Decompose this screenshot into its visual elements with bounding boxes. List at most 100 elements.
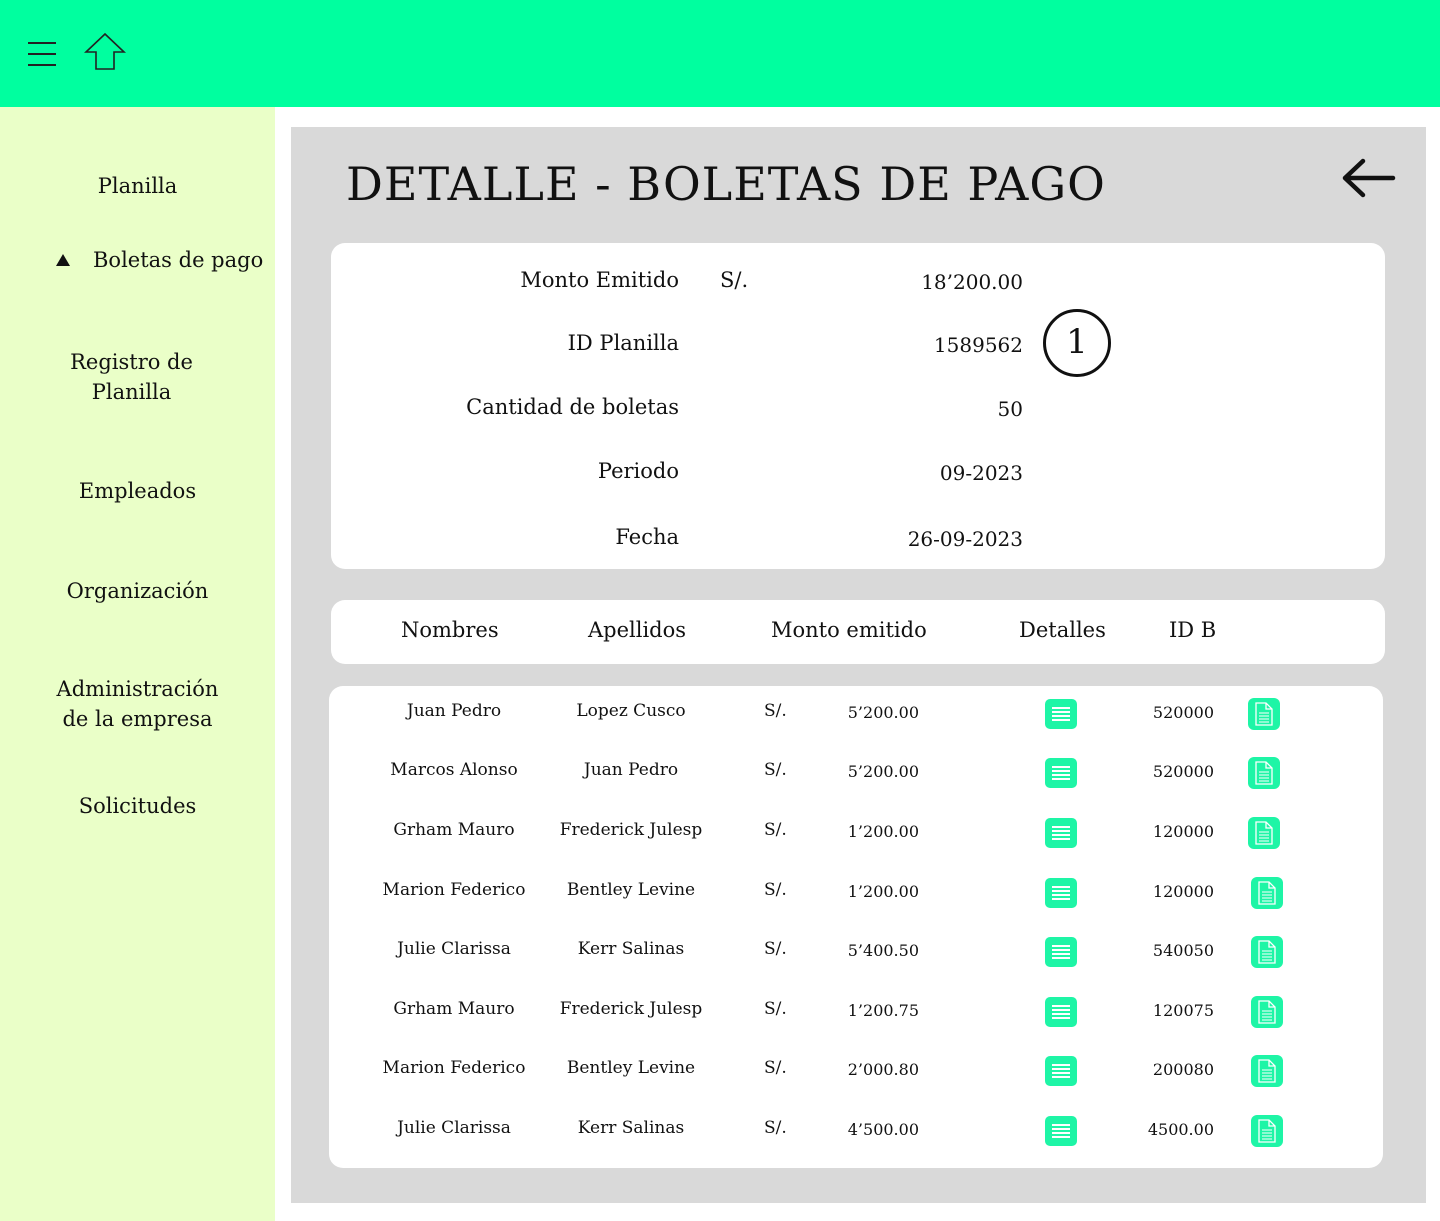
top-bar (0, 0, 1440, 107)
cell-nombres: Marion Federico (382, 880, 526, 900)
cell-id-b: 120000 (1152, 822, 1214, 841)
cell-apellidos: Frederick Julesp (559, 820, 703, 840)
sidebar-item-administracion[interactable]: Administración de la empresa (0, 674, 275, 734)
monto-emitido-currency: S/. (720, 268, 749, 292)
cell-id-b: 120000 (1152, 882, 1214, 901)
cell-apellidos: Juan Pedro (583, 760, 679, 780)
table-row[interactable]: Grham Mauro Frederick Julesp S/. 1’200.00 12… (329, 817, 1383, 860)
document-icon[interactable] (1248, 698, 1280, 730)
document-icon[interactable] (1251, 1115, 1283, 1147)
cell-apellidos: Bentley Levine (566, 880, 696, 900)
cell-monto: 5’200.00 (847, 762, 919, 781)
arrow-left-icon[interactable] (1339, 153, 1399, 203)
cell-currency: S/. (764, 999, 787, 1019)
document-icon[interactable] (1251, 1055, 1283, 1087)
column-header-apellidos[interactable]: Apellidos (588, 618, 686, 642)
periodo-label: Periodo (597, 459, 679, 483)
table-row[interactable]: Juan Pedro Lopez Cusco S/. 5’200.00 520000 (329, 698, 1383, 741)
monto-emitido-value: 18’200.00 (921, 270, 1023, 294)
id-planilla-label: ID Planilla (567, 331, 679, 355)
cell-apellidos: Frederick Julesp (559, 999, 703, 1019)
sidebar-item-label: Administración de la empresa (56, 677, 219, 731)
summary-card: Monto Emitido S/. 18’200.00 ID Planilla … (331, 243, 1385, 569)
cell-nombres: Marion Federico (382, 1058, 526, 1078)
cell-id-b: 540050 (1152, 941, 1214, 960)
sidebar: Planilla Boletas de pago Registro de Pla… (0, 107, 275, 1221)
periodo-value: 09-2023 (939, 461, 1023, 485)
cell-apellidos: Kerr Salinas (577, 1118, 685, 1138)
sidebar-item-label: Registro de Planilla (70, 350, 193, 404)
cell-monto: 2’000.80 (847, 1060, 919, 1079)
table-row[interactable]: Marion Federico Bentley Levine S/. 1’200.00… (329, 877, 1383, 920)
monto-emitido-label: Monto Emitido (520, 268, 679, 292)
page-title: DETALLE - BOLETAS DE PAGO (346, 157, 1106, 211)
sidebar-item-label: Planilla (97, 174, 178, 198)
cell-nombres: Grham Mauro (393, 999, 515, 1019)
cell-nombres: Julie Clarissa (397, 939, 511, 959)
column-header-id-b[interactable]: ID B (1169, 618, 1216, 642)
table-row[interactable]: Julie Clarissa Kerr Salinas S/. 4’500.00 450… (329, 1115, 1383, 1158)
main-panel: DETALLE - BOLETAS DE PAGO Monto Emitido … (291, 127, 1426, 1203)
cell-currency: S/. (764, 760, 787, 780)
number-badge: 1 (1043, 309, 1111, 377)
cell-currency: S/. (764, 1058, 787, 1078)
table-row[interactable]: Julie Clarissa Kerr Salinas S/. 5’400.50 540… (329, 936, 1383, 979)
list-details-icon[interactable] (1045, 758, 1077, 788)
boletas-table: Juan Pedro Lopez Cusco S/. 5’200.00 520000 Ma… (329, 686, 1383, 1168)
cell-nombres: Juan Pedro (406, 701, 502, 721)
cell-currency: S/. (764, 939, 787, 959)
table-row[interactable]: Grham Mauro Frederick Julesp S/. 1’200.75 12… (329, 996, 1383, 1039)
table-row[interactable]: Marion Federico Bentley Levine S/. 2’000.80… (329, 1055, 1383, 1098)
cell-nombres: Julie Clarissa (397, 1118, 511, 1138)
id-planilla-value: 1589562 (933, 333, 1023, 357)
list-details-icon[interactable] (1045, 878, 1077, 908)
cantidad-boletas-label: Cantidad de boletas (466, 395, 679, 419)
cell-apellidos: Lopez Cusco (576, 701, 686, 721)
sidebar-item-organizacion[interactable]: Organización (0, 576, 275, 606)
cell-monto: 5’200.00 (847, 703, 919, 722)
home-icon[interactable] (82, 32, 128, 72)
cell-nombres: Marcos Alonso (390, 760, 518, 780)
sidebar-item-label: Empleados (78, 479, 197, 503)
cell-id-b: 4500.00 (1147, 1120, 1214, 1139)
sidebar-item-empleados[interactable]: Empleados (0, 476, 275, 506)
list-details-icon[interactable] (1045, 937, 1077, 967)
table-row[interactable]: Marcos Alonso Juan Pedro S/. 5’200.00 520000 (329, 757, 1383, 800)
document-icon[interactable] (1248, 817, 1280, 849)
sidebar-item-registro-de-planilla[interactable]: Registro de Planilla (0, 347, 269, 407)
column-header-nombres[interactable]: Nombres (401, 618, 499, 642)
list-details-icon[interactable] (1045, 818, 1077, 848)
document-icon[interactable] (1251, 877, 1283, 909)
fecha-label: Fecha (615, 525, 679, 549)
table-header: Nombres Apellidos Monto emitido Detalles… (331, 600, 1385, 664)
cell-apellidos: Kerr Salinas (577, 939, 685, 959)
sidebar-item-label: Boletas de pago (93, 248, 264, 272)
sidebar-item-label: Solicitudes (78, 794, 197, 818)
column-header-detalles[interactable]: Detalles (1019, 618, 1106, 642)
hamburger-menu-icon[interactable] (28, 42, 56, 66)
list-details-icon[interactable] (1045, 1116, 1077, 1146)
sidebar-item-planilla[interactable]: Planilla (0, 171, 275, 201)
list-details-icon[interactable] (1045, 699, 1077, 729)
cell-id-b: 200080 (1152, 1060, 1214, 1079)
cell-id-b: 520000 (1152, 762, 1214, 781)
document-icon[interactable] (1248, 757, 1280, 789)
cell-nombres: Grham Mauro (393, 820, 515, 840)
cell-id-b: 120075 (1152, 1001, 1214, 1020)
active-indicator-icon (56, 254, 70, 266)
cell-monto: 1’200.75 (847, 1001, 919, 1020)
sidebar-item-label: Organización (66, 579, 209, 603)
document-icon[interactable] (1251, 996, 1283, 1028)
column-header-monto-emitido[interactable]: Monto emitido (771, 618, 927, 642)
cell-currency: S/. (764, 1118, 787, 1138)
cell-monto: 1’200.00 (847, 822, 919, 841)
cell-monto: 4’500.00 (847, 1120, 919, 1139)
cell-apellidos: Bentley Levine (566, 1058, 696, 1078)
document-icon[interactable] (1251, 936, 1283, 968)
cell-monto: 1’200.00 (847, 882, 919, 901)
list-details-icon[interactable] (1045, 997, 1077, 1027)
cell-currency: S/. (764, 880, 787, 900)
list-details-icon[interactable] (1045, 1056, 1077, 1086)
fecha-value: 26-09-2023 (907, 527, 1023, 551)
sidebar-item-solicitudes[interactable]: Solicitudes (0, 791, 275, 821)
